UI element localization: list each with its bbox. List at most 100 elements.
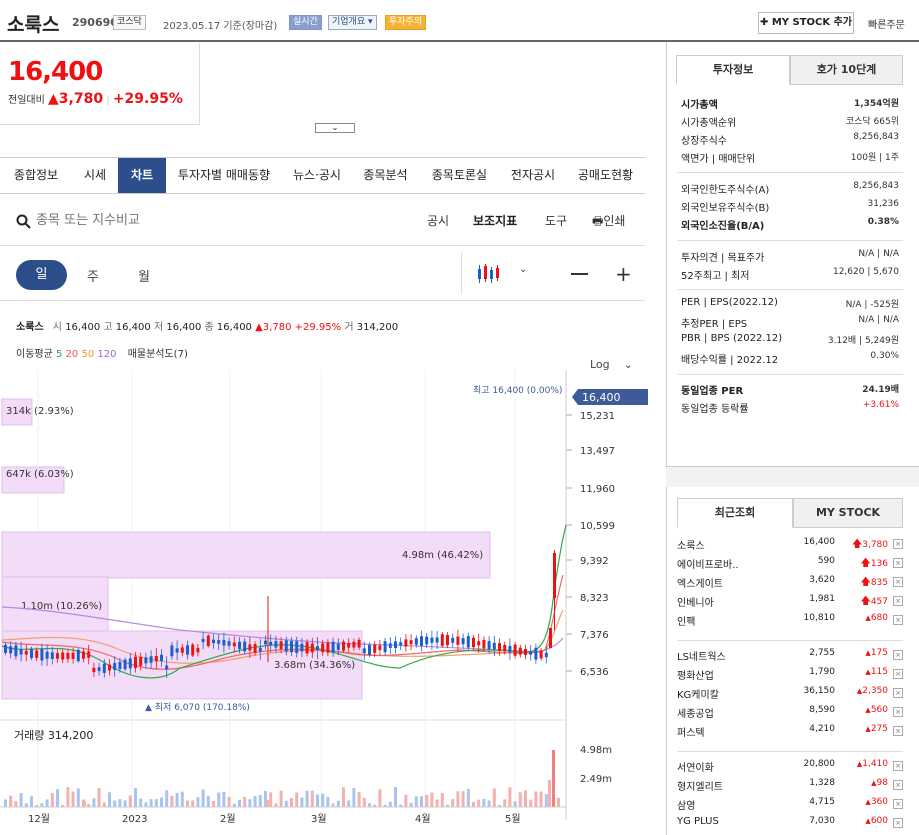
volume-bar xyxy=(414,796,418,807)
period-month[interactable]: 월 xyxy=(138,266,150,285)
candle xyxy=(14,645,18,657)
volume-bar xyxy=(40,803,44,807)
divider xyxy=(677,289,903,290)
volume-bar xyxy=(482,798,486,807)
volume-bar xyxy=(83,801,86,807)
recent-item[interactable]: 서연이화 20,800 ▲1,410 × xyxy=(677,759,903,777)
volume-bar xyxy=(191,800,195,807)
candle xyxy=(134,656,137,669)
recent-item[interactable]: 퍼스텍 4,210 ▲275 × xyxy=(677,724,903,742)
change-value: 275 xyxy=(870,724,888,734)
period-week[interactable]: 주 xyxy=(87,266,99,285)
remove-icon[interactable]: × xyxy=(893,650,903,660)
zoom-in-icon[interactable]: + xyxy=(615,264,632,284)
info-row: 추정PER | EPS N/A | N/A xyxy=(681,315,899,333)
remove-icon[interactable]: × xyxy=(893,577,903,587)
candle xyxy=(331,641,335,653)
candle xyxy=(409,640,413,645)
recent-item[interactable]: 인팩 10,810 ▲680 × xyxy=(677,613,903,631)
candle xyxy=(128,658,132,669)
period-day[interactable]: 일 xyxy=(16,260,67,290)
tab-chart[interactable]: 차트 xyxy=(118,158,166,193)
remove-icon[interactable]: × xyxy=(893,726,903,736)
tab-disclosure[interactable]: 전자공시 xyxy=(500,158,566,193)
indicator-link[interactable]: 보조지표 xyxy=(473,212,517,229)
remove-icon[interactable]: × xyxy=(893,669,903,679)
tab-order-book[interactable]: 호가 10단계 xyxy=(790,55,903,85)
remove-icon[interactable]: × xyxy=(893,596,903,606)
candle xyxy=(269,641,273,646)
remove-icon[interactable]: × xyxy=(893,558,903,568)
candle xyxy=(154,655,158,662)
tab-short-selling[interactable]: 공매도현황 xyxy=(566,158,645,193)
ma-label: 이동평균 xyxy=(16,349,53,360)
recent-item[interactable]: 삼영 4,715 ▲360 × xyxy=(677,797,903,815)
remove-icon[interactable]: × xyxy=(893,818,903,828)
candle-type-icon[interactable] xyxy=(476,263,500,285)
moving-average-legend[interactable]: 이동평균 5 20 50 120 매물분석도(7) xyxy=(16,345,188,360)
divider xyxy=(677,240,903,241)
chevron-down-icon[interactable]: ⌄ xyxy=(519,264,527,275)
tab-analysis[interactable]: 종목분석 xyxy=(352,158,419,193)
recent-item-price: 1,981 xyxy=(809,594,835,604)
recent-item[interactable]: 소룩스 16,400 🡅3,780 × xyxy=(677,537,903,555)
recent-item[interactable]: LS네트웍스 2,755 ▲175 × xyxy=(677,648,903,666)
company-overview-dropdown[interactable]: 기업개요 ▾ xyxy=(328,15,377,30)
volume-bar xyxy=(284,800,288,807)
tab-recent[interactable]: 최근조회 xyxy=(677,498,793,528)
recent-item[interactable]: 평화산업 1,790 ▲115 × xyxy=(677,667,903,685)
recent-item[interactable]: 에이비프로바.. 590 🡅136 × xyxy=(677,556,903,574)
tab-quotes[interactable]: 시세 xyxy=(72,158,118,193)
recent-item[interactable]: 인베니아 1,981 🡅457 × xyxy=(677,594,903,612)
remove-icon[interactable]: × xyxy=(893,707,903,717)
print-button[interactable]: 🖶인쇄 xyxy=(592,212,625,233)
candle xyxy=(113,662,117,670)
remove-icon[interactable]: × xyxy=(893,615,903,625)
tab-news[interactable]: 뉴스·공시 xyxy=(282,158,352,193)
quote-name: 소룩스 xyxy=(16,322,44,333)
collapse-chevron-icon[interactable]: ⌄ xyxy=(315,123,355,133)
tab-investment-info[interactable]: 투자정보 xyxy=(676,55,790,85)
tab-overview[interactable]: 종합정보 xyxy=(0,158,72,193)
remove-icon[interactable]: × xyxy=(893,539,903,549)
tab-investor-trend[interactable]: 투자자별 매매동향 xyxy=(166,158,282,193)
remove-icon[interactable]: × xyxy=(893,688,903,698)
recent-item-change: ▲600 xyxy=(865,816,888,826)
remove-icon[interactable]: × xyxy=(893,799,903,809)
volume-bar xyxy=(368,803,371,807)
change-value: 2,350 xyxy=(862,686,888,696)
info-row: 외국인소진율(B/A) 0.38% xyxy=(681,217,899,235)
quick-order-link[interactable]: 빠른주문 xyxy=(868,16,905,31)
tab-my-stock[interactable]: MY STOCK xyxy=(793,498,903,528)
add-my-stock-button[interactable]: ✚ MY STOCK 추가 xyxy=(758,12,854,34)
change-value: 360 xyxy=(870,797,888,807)
info-row: 배당수익률 | 2022.12 0.30% xyxy=(681,351,899,369)
remove-icon[interactable]: × xyxy=(893,761,903,771)
compare-search-input[interactable] xyxy=(36,210,236,230)
recent-item[interactable]: 세종공업 8,590 ▲560 × xyxy=(677,705,903,723)
tab-forum[interactable]: 종목토론실 xyxy=(419,158,500,193)
volume-bar xyxy=(113,800,117,807)
volume-bar xyxy=(529,799,533,807)
remove-icon[interactable]: × xyxy=(893,780,903,790)
disclosure-link[interactable]: 공시 xyxy=(427,212,449,229)
candle xyxy=(186,645,189,655)
recent-item[interactable]: 형지엘리트 1,328 ▲98 × xyxy=(677,778,903,796)
volume-bar xyxy=(316,794,319,807)
max-price-label: 최고 16,400 (0.00%) xyxy=(473,385,562,396)
search-icon[interactable] xyxy=(16,214,31,229)
recent-item[interactable]: KG케미칼 36,150 ▲2,350 × xyxy=(677,686,903,704)
change-value: 1,410 xyxy=(862,759,888,769)
recent-item-name: 형지엘리트 xyxy=(677,782,723,793)
zoom-out-icon[interactable] xyxy=(571,273,588,275)
tools-link[interactable]: 도구 xyxy=(545,212,567,229)
realtime-badge[interactable]: 실시간 xyxy=(289,15,322,30)
volume-bar xyxy=(451,799,455,807)
recent-item[interactable]: 엑스게이트 3,620 🡅835 × xyxy=(677,575,903,593)
volume-bar xyxy=(206,796,210,807)
price-chart[interactable]: 314k (2.93%) 647k (6.03%) 4.98m (46.42%) 1.… xyxy=(0,370,660,835)
info-value: 8,256,843 xyxy=(853,181,899,191)
volume-profile-label: 647k (6.03%) xyxy=(6,469,74,480)
recent-item[interactable]: YG PLUS 7,030 ▲600 × xyxy=(677,816,903,834)
candle xyxy=(139,656,143,666)
